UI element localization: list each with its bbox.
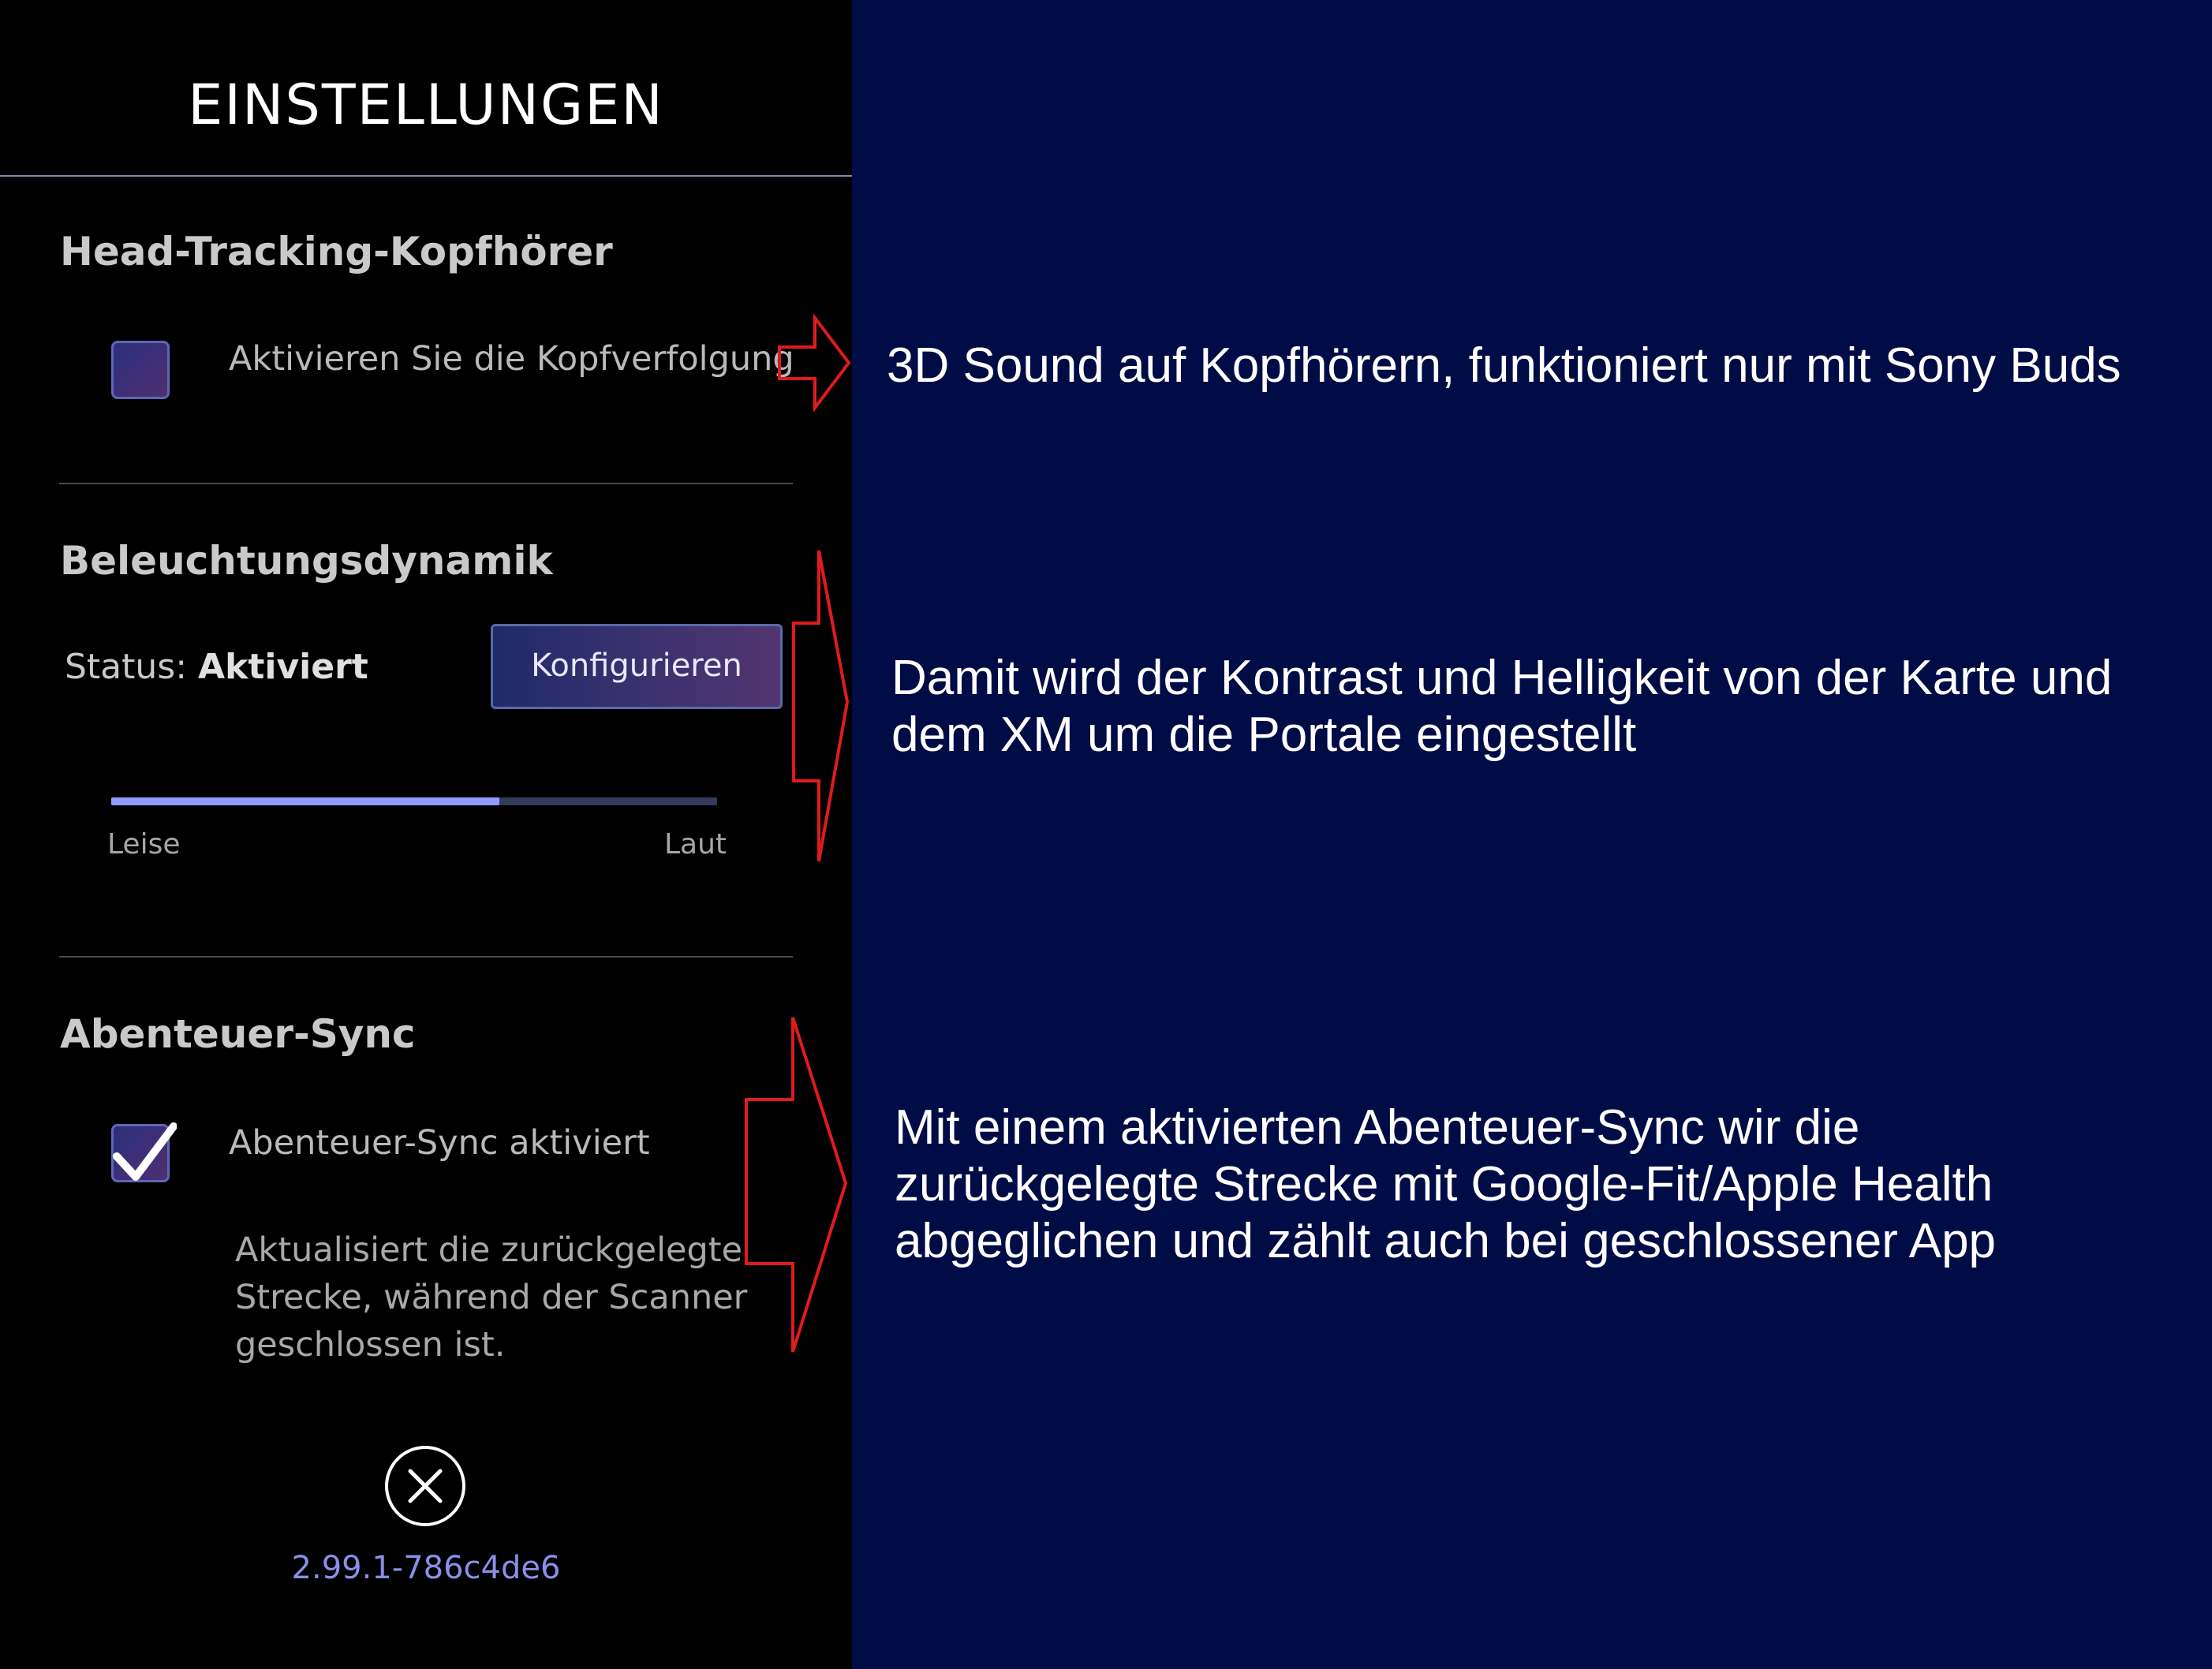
adventure-sync-heading: Abenteuer-Sync <box>60 1011 416 1057</box>
adventure-sync-description: Aktualisiert die zurückgelegte Strecke, … <box>235 1230 748 1365</box>
page-title: EINSTELLUNGEN <box>188 73 664 137</box>
slider-min-label: Leise <box>107 828 181 861</box>
annotation-adventure-sync: Mit einem aktivierten Abenteuer-Sync wir… <box>895 1100 1997 1268</box>
annotation-head-tracking: 3D Sound auf Kopfhörern, funktioniert nu… <box>887 338 2121 393</box>
adventure-sync-label: Abenteuer-Sync aktiviert <box>229 1123 650 1163</box>
section-divider <box>59 483 793 484</box>
arrow-right-icon <box>792 550 850 862</box>
head-tracking-heading: Head-Tracking-Kopfhörer <box>60 229 613 274</box>
close-button[interactable] <box>385 1446 465 1526</box>
arrow-right-icon <box>745 1017 848 1353</box>
adventure-sync-checkbox[interactable] <box>111 1122 177 1182</box>
status-label: Status: <box>65 647 188 687</box>
status-row: Status: Aktiviert <box>65 647 368 687</box>
section-divider <box>59 956 793 958</box>
slider-max-label: Laut <box>664 828 727 861</box>
version-label: 2.99.1-786c4de6 <box>291 1550 561 1586</box>
configure-button[interactable]: Konfigurieren <box>491 624 783 709</box>
title-divider <box>0 175 852 177</box>
head-tracking-checkbox[interactable] <box>111 341 170 399</box>
lighting-heading: Beleuchtungsdynamik <box>60 538 553 584</box>
slider-fill <box>111 797 499 805</box>
checkmark-icon <box>113 1122 177 1181</box>
head-tracking-label: Aktivieren Sie die Kopfverfolgung <box>229 339 794 379</box>
settings-panel: EINSTELLUNGEN Head-Tracking-Kopfhörer Ak… <box>0 0 852 1669</box>
close-icon <box>408 1469 443 1503</box>
annotation-lighting: Damit wird der Kontrast und Helligkeit v… <box>891 651 2113 762</box>
arrow-right-icon <box>778 313 851 413</box>
lighting-slider[interactable] <box>111 797 717 805</box>
status-value: Aktiviert <box>198 647 368 687</box>
